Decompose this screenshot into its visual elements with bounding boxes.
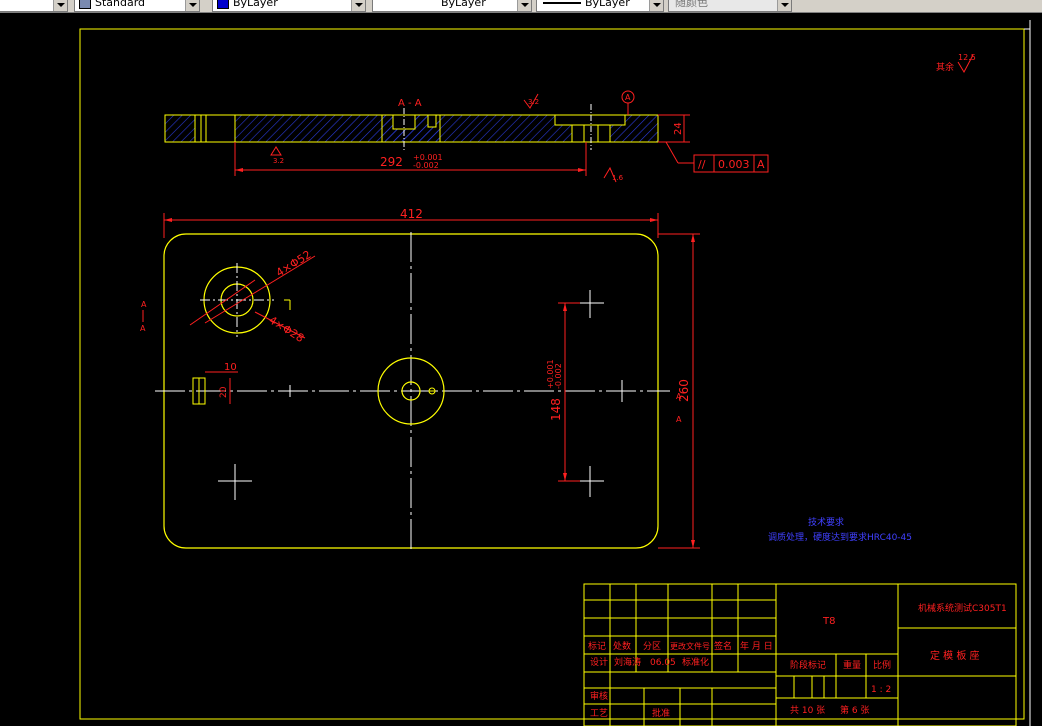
drawing-canvas[interactable]: 其余 12.5 A - A 3.2 3.2 1.6 A 24 // 0.003 … — [0, 13, 1042, 726]
lineweight-icon — [543, 2, 581, 4]
svg-text:06.05: 06.05 — [650, 658, 676, 668]
svg-text:A: A — [625, 93, 631, 102]
chevron-down-icon[interactable] — [53, 0, 67, 11]
svg-text:A: A — [757, 158, 765, 171]
lineweight-value: ByLayer — [585, 0, 630, 9]
svg-text:更改文件号: 更改文件号 — [670, 641, 710, 651]
part-name-text: 定 模 板 座 — [930, 649, 980, 662]
svg-text:比例: 比例 — [873, 659, 891, 671]
svg-text:A: A — [140, 324, 146, 333]
length-292-dimension: 292 — [380, 155, 403, 169]
svg-text:第 6 张: 第 6 张 — [840, 704, 869, 716]
hole-52-label: 4×Φ52 — [274, 248, 314, 280]
svg-text:3.2: 3.2 — [273, 157, 284, 165]
svg-text:技术要求: 技术要求 — [808, 516, 844, 528]
material-text: T8 — [822, 616, 835, 627]
linetype-combo[interactable]: ByLayer — [372, 0, 532, 12]
svg-text:-0.002: -0.002 — [413, 161, 439, 170]
color-combo[interactable]: ByLayer — [212, 0, 366, 12]
plan-view: 412 A A 4×Φ52 4×Φ28 10 20 148 +0.001 -0.… — [140, 207, 700, 550]
svg-text:-0.002: -0.002 — [554, 363, 563, 389]
thickness-dimension: 24 — [673, 122, 684, 135]
width-412-dimension: 412 — [400, 207, 423, 221]
svg-text:处数: 处数 — [613, 640, 631, 652]
company-text: 机械系统测试C305T1 — [918, 602, 1007, 614]
svg-text://: // — [698, 158, 706, 171]
svg-text:分区: 分区 — [643, 641, 661, 652]
svg-text:工艺: 工艺 — [590, 708, 608, 719]
svg-text:批准: 批准 — [652, 707, 670, 719]
svg-text:重量: 重量 — [843, 659, 861, 671]
svg-text:A: A — [676, 392, 682, 401]
svg-text:A: A — [141, 300, 147, 309]
svg-text:共 10 张: 共 10 张 — [790, 705, 825, 716]
color-swatch-icon — [217, 0, 229, 9]
general-roughness-note: 其余 12.5 — [936, 53, 976, 74]
section-view-a-a: A - A 3.2 3.2 1.6 A 24 // 0.003 A 292 +0… — [164, 90, 769, 183]
dim-148: 148 — [549, 398, 563, 421]
chevron-down-icon[interactable] — [777, 0, 791, 11]
chevron-down-icon[interactable] — [649, 0, 663, 11]
chevron-down-icon[interactable] — [517, 0, 531, 11]
title-block-text: T8 机械系统测试C305T1 定 模 板 座 标记 处数 分区 更改文件号 签… — [588, 602, 1007, 719]
svg-text:审核: 审核 — [590, 690, 608, 702]
linetype-value: ByLayer — [441, 0, 486, 9]
text-style-combo[interactable]: Standard — [74, 0, 200, 12]
svg-text:0.003: 0.003 — [718, 158, 750, 171]
technical-requirements: 技术要求 调质处理，硬度达到要求HRC40-45 — [768, 516, 912, 543]
svg-text:20: 20 — [219, 386, 229, 398]
style-combo-prev[interactable] — [0, 0, 68, 12]
color-value: ByLayer — [233, 0, 278, 9]
svg-text:12.5: 12.5 — [958, 53, 976, 62]
text-style-value: Standard — [95, 0, 146, 9]
text-style-icon — [79, 0, 91, 9]
hole-28-label: 4×Φ28 — [266, 314, 306, 346]
chevron-down-icon[interactable] — [351, 0, 365, 11]
svg-text:标记: 标记 — [588, 640, 606, 652]
svg-text:刘海涛: 刘海涛 — [614, 656, 641, 668]
properties-toolbar: Standard ByLayer ByLayer ByLayer 随颜色 — [0, 0, 1042, 13]
svg-text:其余: 其余 — [936, 61, 954, 73]
lineweight-combo[interactable]: ByLayer — [536, 0, 664, 12]
section-label: A - A — [398, 98, 422, 109]
svg-text:调质处理，硬度达到要求HRC40-45: 调质处理，硬度达到要求HRC40-45 — [768, 531, 912, 543]
scale-value: 1 : 2 — [871, 685, 891, 695]
svg-text:A: A — [676, 415, 682, 424]
chevron-down-icon[interactable] — [185, 0, 199, 11]
svg-text:3.2: 3.2 — [528, 98, 539, 106]
svg-text:阶段标记: 阶段标记 — [790, 659, 826, 671]
svg-text:1.6: 1.6 — [612, 174, 624, 182]
plot-style-combo[interactable]: 随颜色 — [668, 0, 792, 12]
svg-text:10: 10 — [224, 362, 237, 373]
svg-text:年 月 日: 年 月 日 — [740, 640, 773, 652]
svg-text:签名: 签名 — [714, 640, 732, 652]
svg-text:设计: 设计 — [590, 656, 608, 668]
plot-style-value: 随颜色 — [675, 0, 708, 9]
svg-text:标准化: 标准化 — [682, 656, 709, 668]
